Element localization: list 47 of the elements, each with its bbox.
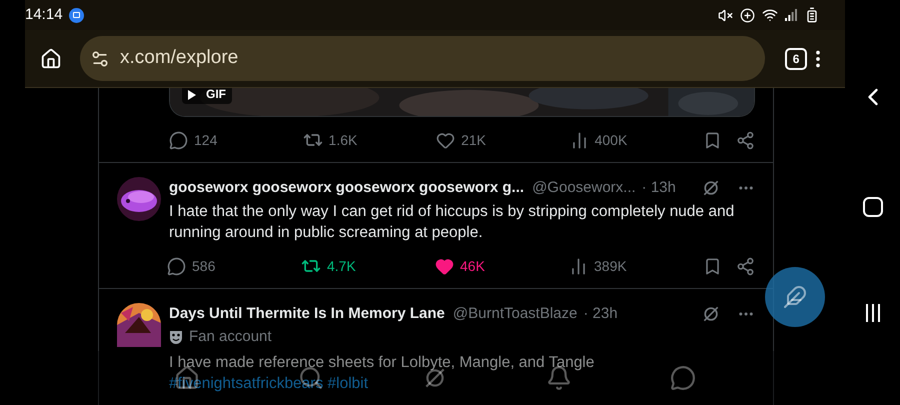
slashed-circle-icon[interactable]: [701, 304, 721, 324]
bookmark-icon[interactable]: [703, 256, 722, 276]
user-handle[interactable]: @Gooseworx...: [532, 176, 636, 200]
post-time: · 13h: [642, 178, 676, 198]
gif-badge: GIF: [182, 88, 232, 104]
slashed-circle-icon[interactable]: [701, 178, 721, 198]
recents-icon[interactable]: [866, 304, 880, 322]
heart-icon: [436, 130, 456, 150]
reply-icon: [167, 256, 186, 276]
share-icon[interactable]: [736, 130, 755, 150]
site-settings-icon[interactable]: [90, 48, 110, 68]
heart-icon: [435, 256, 454, 276]
post-time: · 23h: [583, 304, 618, 324]
home-icon[interactable]: [40, 48, 62, 70]
like-button[interactable]: 21K: [436, 130, 570, 150]
message-icon[interactable]: [670, 365, 696, 391]
app-notification-icon: [68, 8, 84, 22]
share-icon[interactable]: [736, 256, 755, 276]
clock-time: 14:14: [25, 4, 63, 25]
feather-icon: [783, 285, 807, 309]
url-text: x.com/explore: [120, 46, 238, 70]
user-handle[interactable]: @BurntToastBlaze: [452, 302, 578, 326]
repost-button[interactable]: 4.7K: [301, 256, 435, 276]
tab-count-button[interactable]: 6: [785, 48, 808, 70]
display-name[interactable]: gooseworx gooseworx gooseworx gooseworx g...: [169, 176, 524, 200]
mute-icon: [718, 8, 733, 22]
repost-button[interactable]: 1.6K: [302, 130, 436, 150]
views-button[interactable]: 400K: [570, 130, 704, 150]
reply-icon: [169, 130, 188, 150]
address-bar[interactable]: x.com/explore: [80, 36, 766, 81]
post-text: I hate that the only way I can get rid of hiccups is by stripping completely nude and running around in public screaming at people.: [169, 202, 736, 243]
display-name[interactable]: Days Until Thermite Is In Memory Lane: [169, 302, 445, 326]
views-icon: [569, 256, 588, 276]
data-saver-icon: [740, 8, 755, 22]
avatar[interactable]: [117, 177, 161, 221]
mask-icon: [169, 330, 183, 344]
wifi-icon: [762, 7, 778, 23]
account-label: Fan account: [189, 326, 272, 347]
home-nav-icon[interactable]: [862, 197, 882, 218]
reply-button[interactable]: 586: [167, 256, 301, 276]
signal-icon: [785, 9, 797, 21]
avatar[interactable]: [117, 303, 161, 347]
views-button[interactable]: 389K: [569, 256, 703, 276]
reply-button[interactable]: 124: [169, 130, 303, 150]
like-button[interactable]: 46K: [435, 256, 569, 276]
post-text: I have made reference sheets for Lolbyte, Mangle, and Tangle: [169, 353, 596, 373]
play-icon: [188, 90, 196, 100]
